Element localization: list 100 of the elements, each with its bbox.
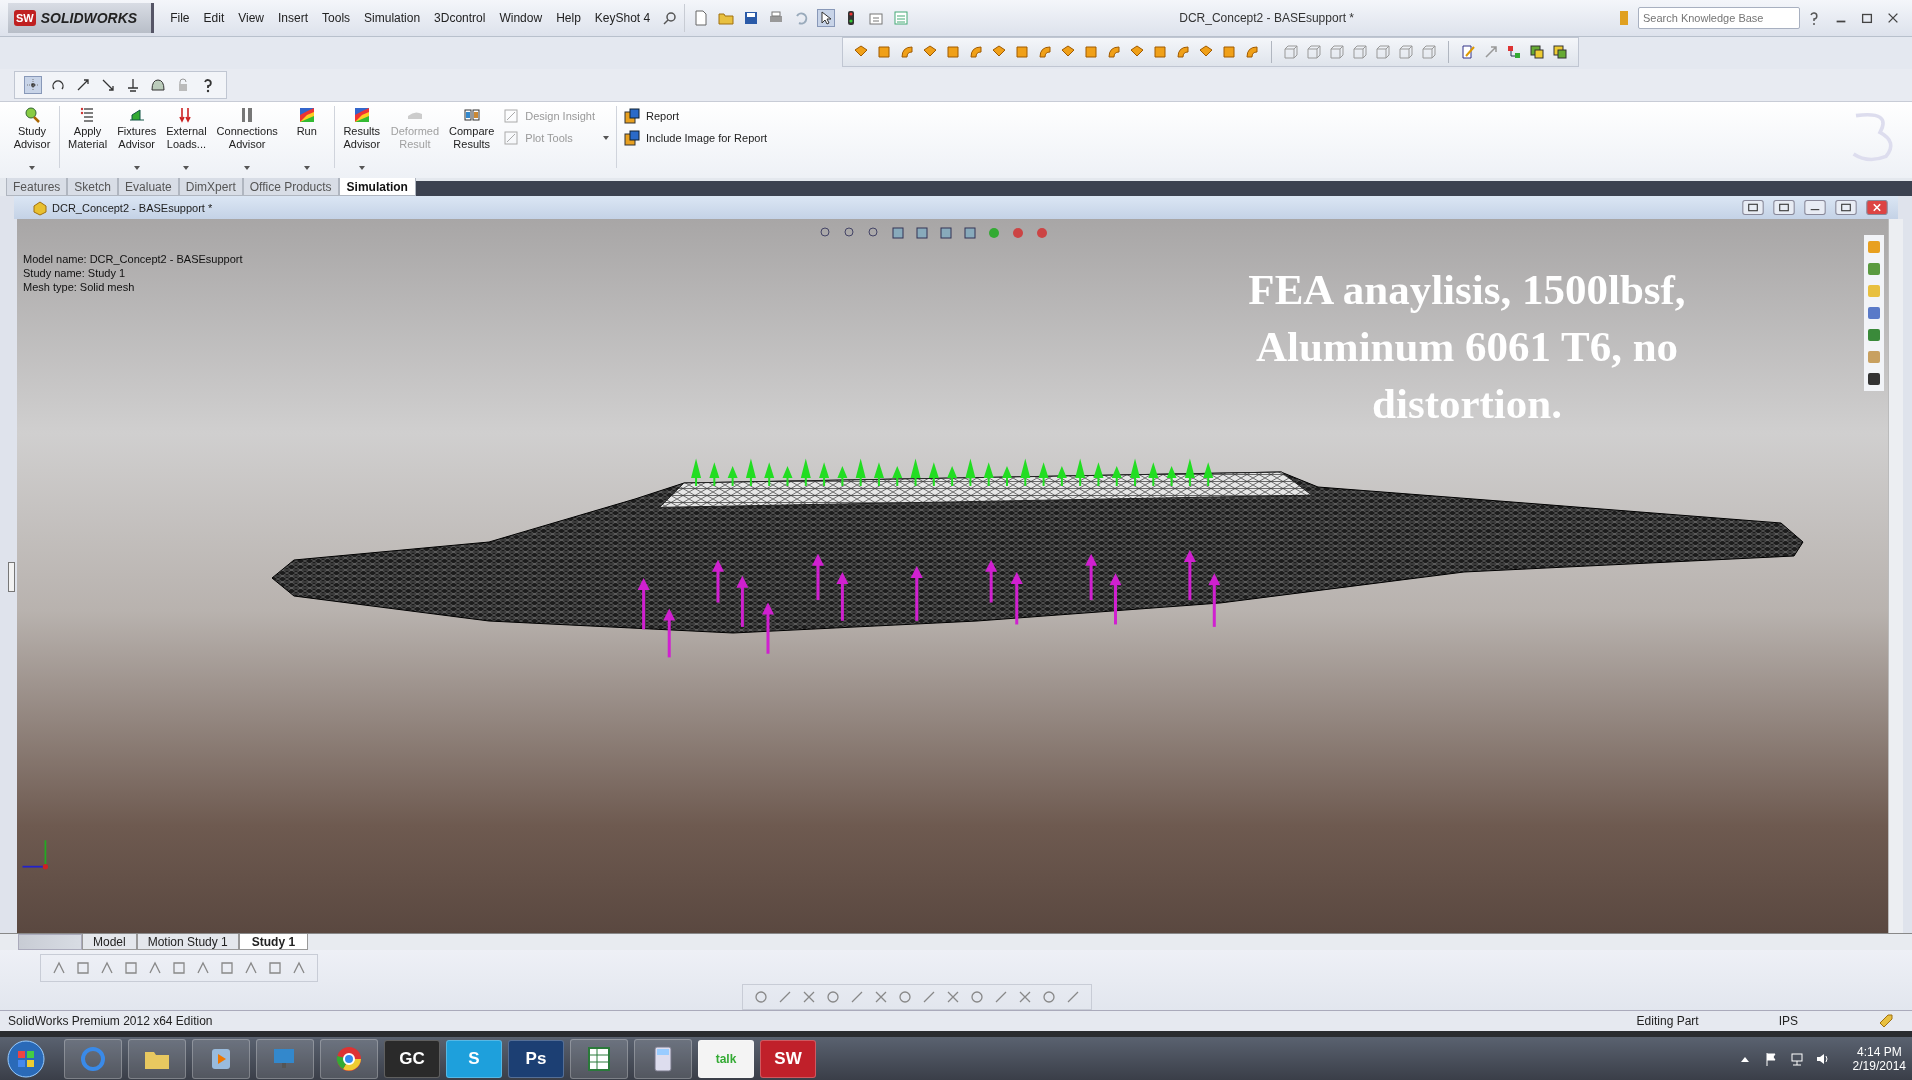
menu-item[interactable]: 3Dcontrol <box>428 8 492 28</box>
arrow-icon[interactable] <box>100 77 116 93</box>
point-icon[interactable] <box>25 77 41 93</box>
feature-icon[interactable] <box>876 44 892 60</box>
scrollbar[interactable] <box>1888 219 1903 933</box>
new-document-icon[interactable] <box>693 10 710 26</box>
window-icon[interactable] <box>1740 200 1766 215</box>
tool-icon[interactable] <box>219 960 235 976</box>
taskbar-app[interactable]: GC <box>384 1039 440 1078</box>
taskbar-app[interactable] <box>192 1038 250 1079</box>
view-tool-icon[interactable] <box>938 225 954 241</box>
sketch-tool-icon[interactable] <box>945 989 961 1005</box>
tool-icon[interactable] <box>171 960 187 976</box>
taskbar-app[interactable] <box>320 1038 378 1079</box>
caret-icon[interactable] <box>303 166 310 170</box>
caret-icon[interactable] <box>133 166 140 170</box>
view-tool-icon[interactable] <box>1010 225 1026 241</box>
panel-handle[interactable] <box>8 562 15 592</box>
tag-icon[interactable] <box>1878 1013 1894 1029</box>
dome-icon[interactable] <box>150 77 166 93</box>
menu-item[interactable]: View <box>232 8 270 28</box>
ground-icon[interactable] <box>125 77 141 93</box>
tool-icon[interactable] <box>123 960 139 976</box>
cube-icon[interactable] <box>1398 44 1414 60</box>
tab[interactable]: Model <box>82 934 137 950</box>
tool-icon[interactable] <box>147 960 163 976</box>
network-icon[interactable] <box>1788 1050 1805 1067</box>
stacked-squares-icon[interactable] <box>1529 44 1545 60</box>
command-button[interactable]: Run <box>282 106 331 172</box>
folder-icon[interactable] <box>718 10 735 26</box>
command-button[interactable]: Fixtures Advisor <box>112 106 162 172</box>
tab[interactable]: Motion Study 1 <box>136 934 239 950</box>
tab[interactable]: Sketch <box>67 178 119 196</box>
restore-icon[interactable] <box>1860 11 1874 25</box>
sketch-tool-icon[interactable] <box>1065 989 1081 1005</box>
command-button[interactable]: Compare Results <box>444 106 500 172</box>
cube-icon[interactable] <box>1421 44 1437 60</box>
sketch-icon[interactable] <box>1460 44 1476 60</box>
menu-item[interactable]: Help <box>550 8 587 28</box>
feature-icon[interactable] <box>1037 44 1053 60</box>
caret-icon[interactable] <box>183 166 190 170</box>
taskbar-app[interactable]: Ps <box>508 1039 564 1078</box>
taskbar-app[interactable]: SW <box>760 1039 816 1078</box>
feature-icon[interactable] <box>1014 44 1030 60</box>
feature-icon[interactable] <box>1106 44 1122 60</box>
cube-icon[interactable] <box>1352 44 1368 60</box>
command-button[interactable]: Study Advisor <box>8 106 56 172</box>
feature-icon[interactable] <box>1244 44 1260 60</box>
tool-icon[interactable] <box>267 960 283 976</box>
sketch-tool-icon[interactable] <box>1017 989 1033 1005</box>
taskbar-app[interactable] <box>570 1038 628 1079</box>
feature-icon[interactable] <box>1221 44 1237 60</box>
cube-icon[interactable] <box>1329 44 1345 60</box>
menu-item[interactable]: Window <box>493 8 549 28</box>
tool-icon[interactable] <box>51 960 67 976</box>
tool-icon[interactable] <box>99 960 115 976</box>
command-button[interactable]: Results Advisor <box>337 106 386 172</box>
cube-icon[interactable] <box>1375 44 1391 60</box>
sketch-tool-icon[interactable] <box>873 989 889 1005</box>
tool-icon[interactable] <box>243 960 259 976</box>
menu-item[interactable]: File <box>164 8 196 28</box>
command-button[interactable]: External Loads... <box>161 106 212 172</box>
menu-item[interactable]: Insert <box>272 8 315 28</box>
view-tool-icon[interactable] <box>914 225 930 241</box>
close-icon[interactable] <box>1886 11 1900 25</box>
sketch-tool-icon[interactable] <box>777 989 793 1005</box>
sketch-tool-icon[interactable] <box>897 989 913 1005</box>
move-icon[interactable] <box>1483 44 1499 60</box>
pointer-icon[interactable] <box>818 10 835 26</box>
menu-item[interactable]: Simulation <box>358 8 427 28</box>
taskbar-app[interactable] <box>634 1038 692 1079</box>
taskbar-app[interactable] <box>128 1038 186 1079</box>
command-button[interactable]: Report <box>624 108 768 124</box>
caret-icon[interactable] <box>29 166 35 170</box>
sketch-tool-icon[interactable] <box>801 989 817 1005</box>
command-button[interactable]: Apply Material <box>63 106 113 172</box>
tab[interactable]: Evaluate <box>118 178 179 196</box>
list-icon[interactable] <box>893 10 910 26</box>
feature-icon[interactable] <box>1175 44 1191 60</box>
undo-icon[interactable] <box>793 10 810 26</box>
sketch-tool-icon[interactable] <box>969 989 985 1005</box>
command-button[interactable]: Include Image for Report <box>624 130 768 146</box>
cube-icon[interactable] <box>1306 44 1322 60</box>
pin-icon[interactable] <box>662 10 679 26</box>
command-button[interactable]: Connections Advisor <box>211 106 283 172</box>
feature-icon[interactable] <box>899 44 915 60</box>
window-icon[interactable] <box>1771 200 1797 215</box>
clock-time[interactable]: 4:14 PM <box>1856 1044 1902 1059</box>
feature-icon[interactable] <box>968 44 984 60</box>
start-button[interactable] <box>6 1038 46 1079</box>
sketch-tool-icon[interactable] <box>921 989 937 1005</box>
clock-date[interactable]: 2/19/2014 <box>1852 1058 1906 1073</box>
caret-icon[interactable] <box>358 166 365 170</box>
caret-icon[interactable] <box>603 136 610 140</box>
sketch-tool-icon[interactable] <box>993 989 1009 1005</box>
feature-icon[interactable] <box>945 44 961 60</box>
menu-item[interactable]: Tools <box>316 8 357 28</box>
sketch-tool-icon[interactable] <box>849 989 865 1005</box>
tool-icon[interactable] <box>291 960 307 976</box>
menu-item[interactable]: KeyShot 4 <box>588 8 657 28</box>
